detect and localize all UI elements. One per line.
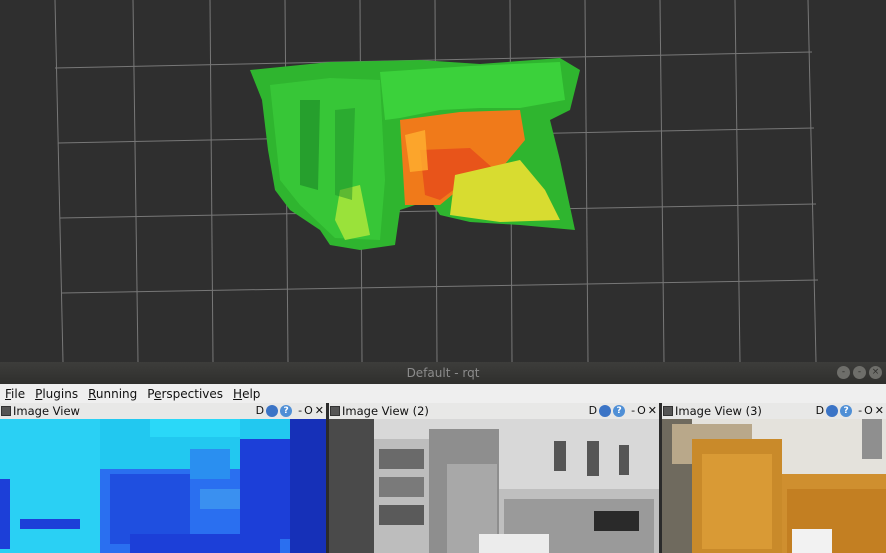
menu-file[interactable]: File [0, 387, 30, 401]
menu-help[interactable]: Help [228, 387, 265, 401]
help-icon[interactable]: ? [280, 404, 293, 417]
menu-bar: File Plugins Running Perspectives Help [0, 384, 886, 403]
minimize-panel-button[interactable]: - [631, 404, 635, 417]
panel-title: Image View [13, 404, 80, 418]
close-icon[interactable]: ✕ [875, 404, 884, 417]
panel-header[interactable]: Image View (2) D ? - O ✕ [329, 403, 659, 419]
menu-perspectives[interactable]: Perspectives [142, 387, 228, 401]
minimize-panel-button[interactable]: - [298, 404, 302, 417]
grip-icon[interactable] [663, 406, 673, 416]
float-panel-button[interactable]: O [864, 404, 873, 417]
menu-running[interactable]: Running [83, 387, 142, 401]
image-display [329, 419, 659, 553]
window-titlebar[interactable]: Default - rqt - - × [0, 362, 886, 384]
point-cloud-scene [54, 0, 819, 362]
dock-toggle-button[interactable]: D [816, 404, 824, 417]
window-title: Default - rqt [406, 366, 480, 380]
float-panel-button[interactable]: O [304, 404, 313, 417]
close-icon[interactable]: ✕ [648, 404, 657, 417]
point-cloud [250, 58, 580, 250]
close-window-button[interactable]: × [869, 366, 882, 379]
depth-image [0, 419, 326, 553]
image-display [662, 419, 886, 553]
image-view-panel-2: Image View (2) D ? - O ✕ [329, 403, 659, 553]
help-icon[interactable]: ? [840, 404, 853, 417]
grip-icon[interactable] [1, 406, 11, 416]
refresh-icon[interactable] [826, 404, 839, 417]
image-display [0, 419, 326, 553]
menu-plugins[interactable]: Plugins [30, 387, 83, 401]
help-icon[interactable]: ? [613, 404, 626, 417]
close-icon[interactable]: ✕ [315, 404, 324, 417]
minimize-panel-button[interactable]: - [858, 404, 862, 417]
dock-toggle-button[interactable]: D [589, 404, 597, 417]
grip-icon[interactable] [330, 406, 340, 416]
camera-image-color [662, 419, 886, 553]
panel-header[interactable]: Image View (3) D ? - O ✕ [662, 403, 886, 419]
maximize-button[interactable]: - [853, 366, 866, 379]
dock-toggle-button[interactable]: D [256, 404, 264, 417]
refresh-icon[interactable] [266, 404, 279, 417]
image-view-panel-1: Image View D ? - O ✕ [0, 403, 326, 553]
panel-title: Image View (3) [675, 404, 762, 418]
panel-title: Image View (2) [342, 404, 429, 418]
rviz-3d-view[interactable] [0, 0, 886, 362]
minimize-button[interactable]: - [837, 366, 850, 379]
image-view-panel-3: Image View (3) D ? - O ✕ [662, 403, 886, 553]
refresh-icon[interactable] [599, 404, 612, 417]
panel-header[interactable]: Image View D ? - O ✕ [0, 403, 326, 419]
float-panel-button[interactable]: O [637, 404, 646, 417]
camera-image-gray [329, 419, 659, 553]
